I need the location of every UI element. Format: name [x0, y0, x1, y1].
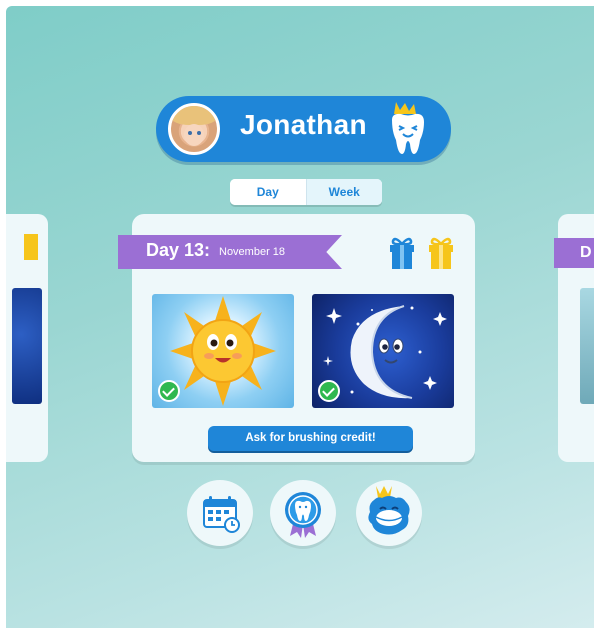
previous-day-card[interactable] [6, 214, 48, 462]
next-day-photo [580, 288, 594, 404]
check-icon [318, 380, 340, 402]
profile-name: Jonathan [240, 109, 367, 140]
check-icon [158, 380, 180, 402]
ask-brushing-credit-button[interactable]: Ask for brushing credit! [208, 426, 413, 451]
morning-brushing-photo[interactable] [152, 294, 294, 408]
tab-week[interactable]: Week [306, 179, 382, 205]
mascot-button[interactable] [356, 480, 422, 546]
day-card: Day 13: November 18 Ask for brushing cre… [118, 214, 475, 462]
evening-brushing-photo[interactable] [312, 294, 454, 408]
next-day-banner: D [554, 238, 594, 268]
gift-icon[interactable] [428, 236, 454, 270]
gift-icon[interactable] [389, 236, 415, 270]
day-number: Day 13: [146, 240, 211, 260]
day-banner: Day 13: November 18 [118, 235, 342, 269]
app-screen: D Jonathan Day Week Day 13: November 18 [6, 6, 594, 628]
monster-crown-icon [368, 486, 410, 535]
gift-icon [24, 234, 38, 260]
achievements-button[interactable] [270, 480, 336, 546]
day-week-toggle: Day Week [230, 179, 382, 205]
calendar-icon [203, 496, 240, 533]
previous-day-photo [12, 288, 42, 404]
next-day-card[interactable]: D [554, 214, 594, 462]
avatar[interactable] [168, 103, 220, 155]
profile-header[interactable]: Jonathan [156, 96, 451, 162]
calendar-button[interactable] [187, 480, 253, 546]
tooth-badge-icon [285, 492, 321, 538]
tab-day[interactable]: Day [230, 179, 307, 205]
day-date: November 18 [219, 246, 286, 258]
tooth-crown-icon [392, 102, 424, 154]
